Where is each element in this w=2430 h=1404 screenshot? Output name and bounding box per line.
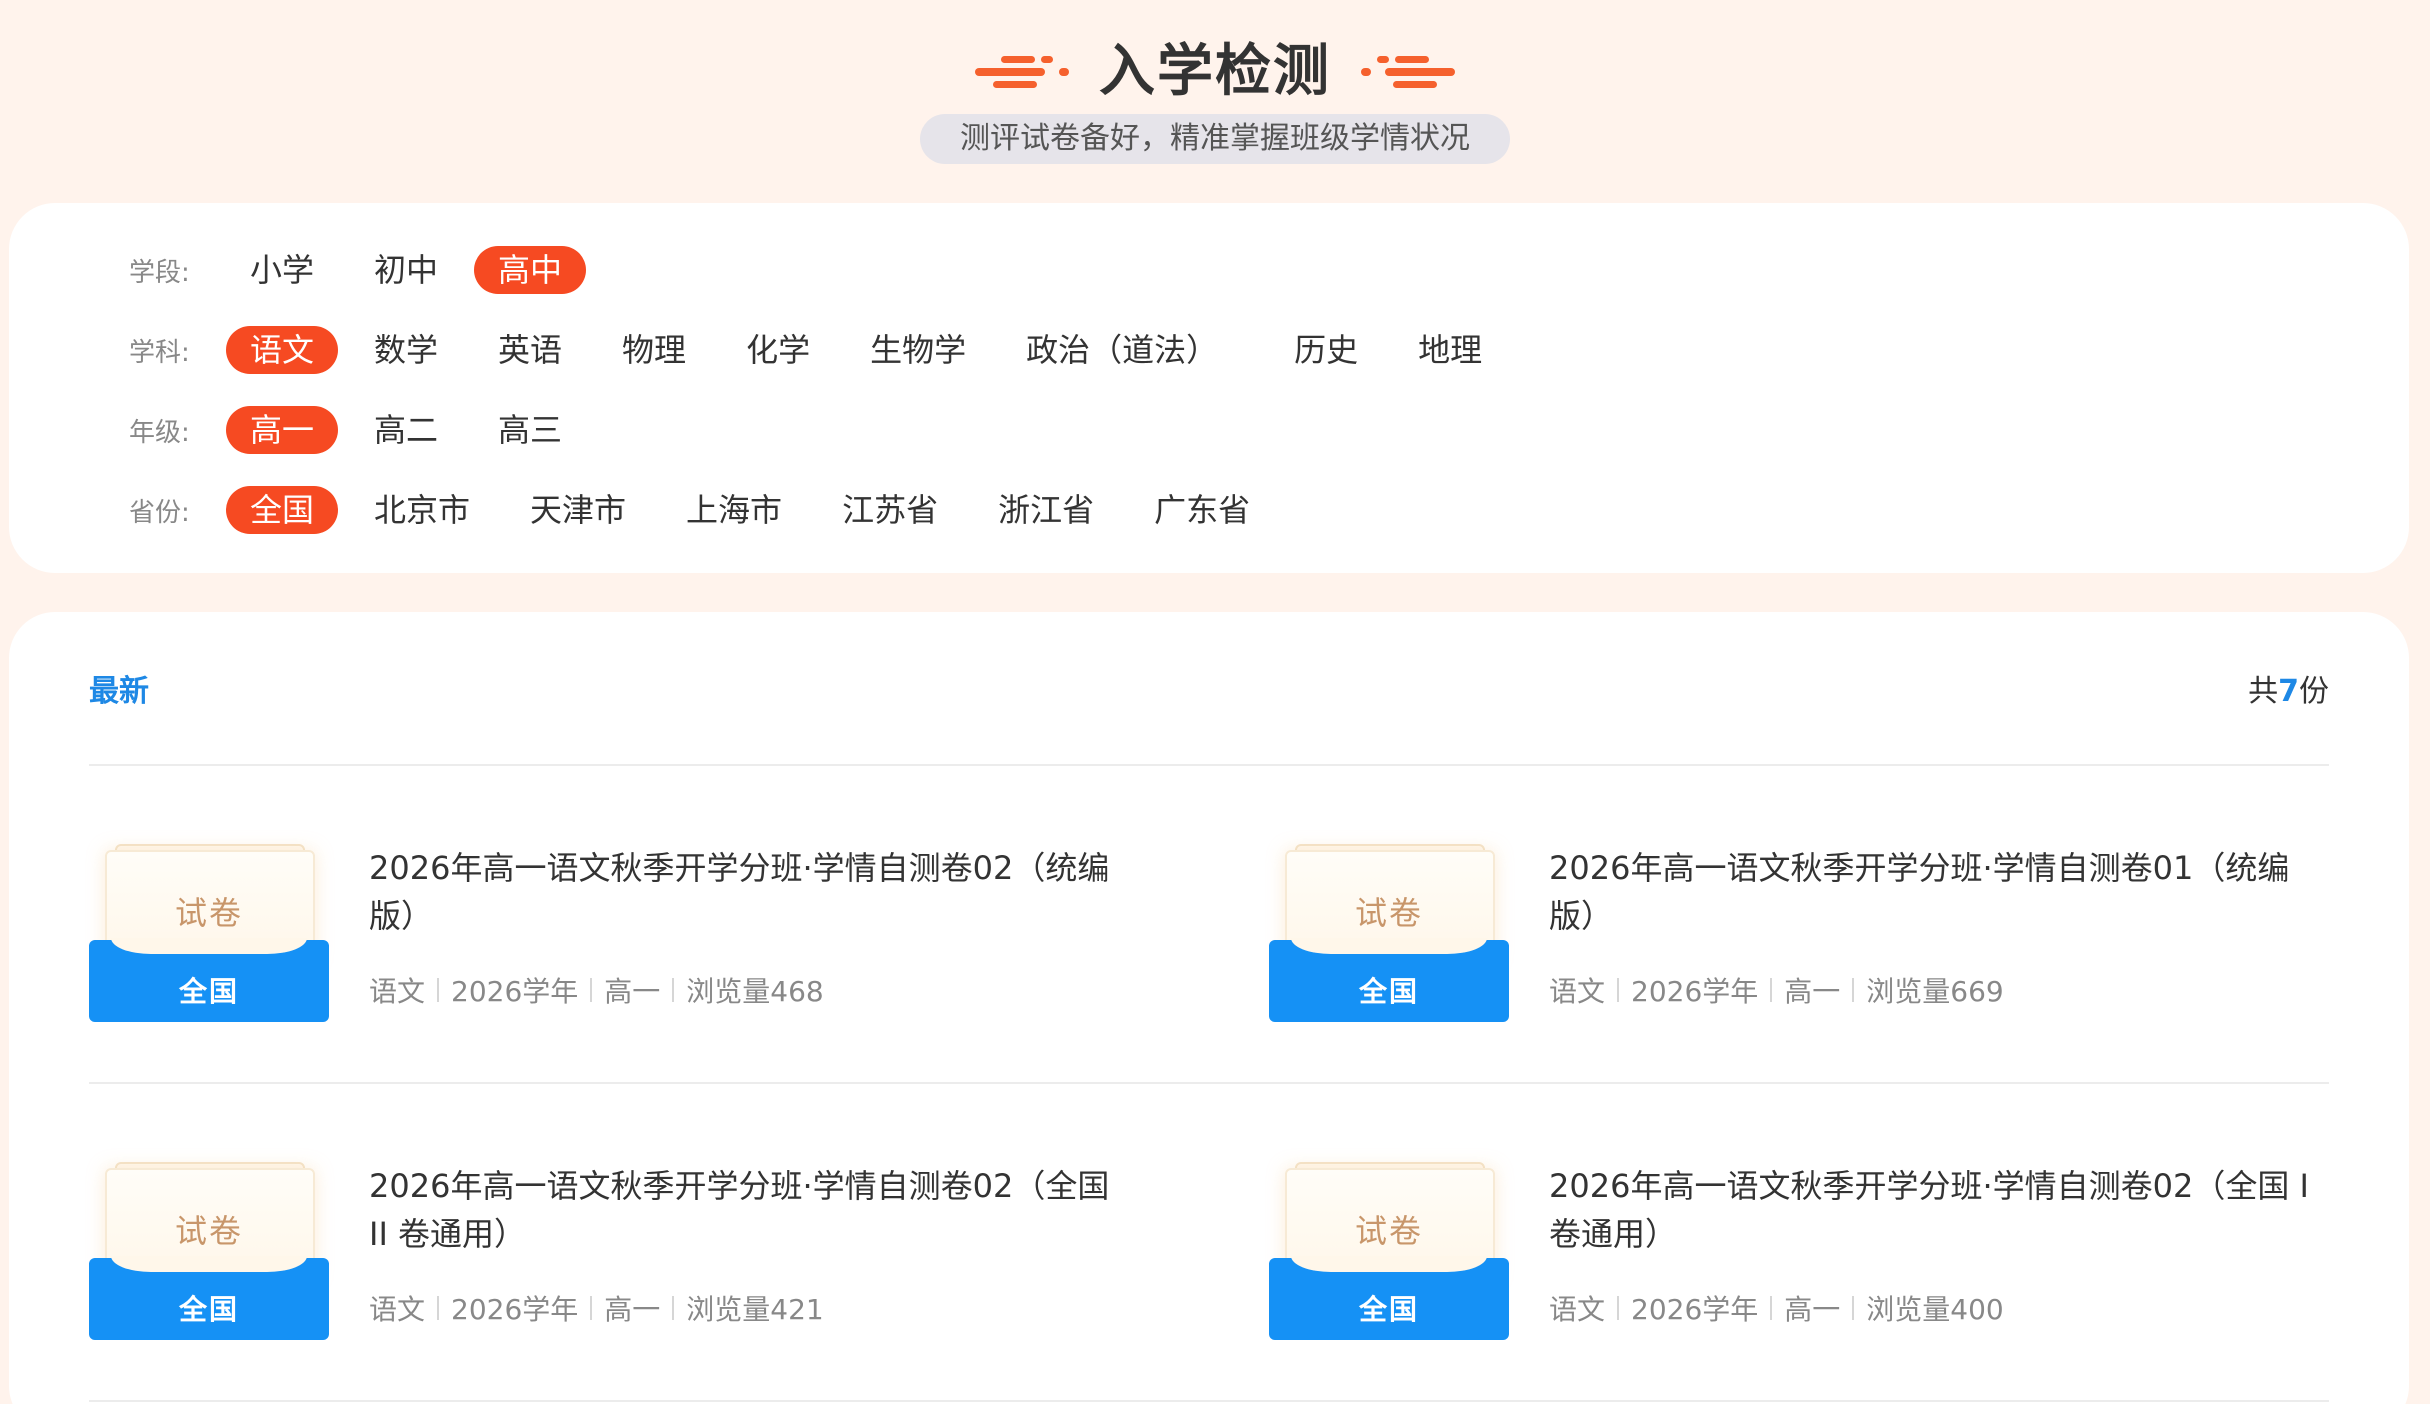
envelope-icon: 全国 <box>1269 938 1509 1022</box>
paper-label: 试卷 <box>174 1212 243 1250</box>
filter-grade-1[interactable]: 高一 <box>226 406 339 454</box>
filter-province-tianjin[interactable]: 天津市 <box>506 486 650 534</box>
filter-province-shanghai[interactable]: 上海市 <box>662 486 806 534</box>
title-row: 入学检测 <box>0 36 2430 108</box>
paper-title[interactable]: 2026年高一语文秋季开学分班·学情自测卷02（全国 I 卷通用） <box>1549 1162 2309 1258</box>
paper-thumbnail[interactable]: 试卷 全国 <box>1269 844 1509 1024</box>
filter-subject-politics[interactable]: 政治（道法） <box>1002 326 1242 374</box>
filter-stage-senior[interactable]: 高中 <box>474 246 587 294</box>
divider <box>89 1400 2329 1402</box>
envelope-icon: 全国 <box>89 1256 329 1340</box>
region-badge: 全国 <box>1358 975 1419 1008</box>
view-count: 浏览量669 <box>1866 975 2004 1008</box>
filter-province-jiangsu[interactable]: 江苏省 <box>818 486 962 534</box>
filter-province-guangdong[interactable]: 广东省 <box>1130 486 1274 534</box>
filter-subject-biology[interactable]: 生物学 <box>846 326 990 374</box>
total-count: 共7份 <box>2248 674 2329 709</box>
filter-label-grade: 年级: <box>129 417 190 448</box>
divider <box>89 1082 2329 1084</box>
paper-meta: 语文 2026学年 高一 浏览量669 <box>1549 970 2004 1010</box>
page-header: 入学检测 测评试卷备好，精准掌握班级学情状况 <box>0 0 2430 200</box>
filter-subject-physics[interactable]: 物理 <box>598 326 710 374</box>
paper-meta: 语文 2026学年 高一 浏览量400 <box>1549 1288 2004 1328</box>
cloud-decoration-right-icon <box>1361 56 1455 88</box>
paper-list: 最新 共7份 试卷 全国 2026年高一语文秋季开学分班·学情自测卷02（统编版… <box>9 612 2409 1404</box>
filter-label-province: 省份: <box>129 497 190 528</box>
filter-stage-junior[interactable]: 初中 <box>350 246 462 294</box>
filter-label-stage: 学段: <box>129 257 190 288</box>
filter-grade-3[interactable]: 高三 <box>474 406 586 454</box>
paper-thumbnail[interactable]: 试卷 全国 <box>89 1162 329 1342</box>
filter-subject-history[interactable]: 历史 <box>1270 326 1382 374</box>
list-item[interactable]: 试卷 全国 2026年高一语文秋季开学分班·学情自测卷02（全国 II 卷通用）… <box>89 1162 1149 1342</box>
divider <box>89 764 2329 766</box>
view-count: 浏览量468 <box>686 975 824 1008</box>
region-badge: 全国 <box>178 1293 239 1326</box>
list-item[interactable]: 试卷 全国 2026年高一语文秋季开学分班·学情自测卷02（统编版） 语文 20… <box>89 844 1149 1024</box>
region-badge: 全国 <box>178 975 239 1008</box>
filter-province-zhejiang[interactable]: 浙江省 <box>974 486 1118 534</box>
paper-thumbnail[interactable]: 试卷 全国 <box>1269 1162 1509 1342</box>
view-count: 浏览量421 <box>686 1293 824 1326</box>
filter-subject-math[interactable]: 数学 <box>350 326 462 374</box>
envelope-icon: 全国 <box>89 938 329 1022</box>
filter-row-subject: 学科: 语文 数学 英语 物理 化学 生物学 政治（道法） 历史 地理 <box>129 325 1518 375</box>
filter-province-national[interactable]: 全国 <box>226 486 339 534</box>
tab-latest[interactable]: 最新 <box>89 666 149 710</box>
paper-title[interactable]: 2026年高一语文秋季开学分班·学情自测卷01（统编版） <box>1549 844 2309 940</box>
paper-title[interactable]: 2026年高一语文秋季开学分班·学情自测卷02（统编版） <box>369 844 1129 940</box>
filter-label-subject: 学科: <box>129 337 190 368</box>
region-badge: 全国 <box>1358 1293 1419 1326</box>
list-item[interactable]: 试卷 全国 2026年高一语文秋季开学分班·学情自测卷02（全国 I 卷通用） … <box>1269 1162 2329 1342</box>
filter-subject-geography[interactable]: 地理 <box>1394 326 1506 374</box>
list-item[interactable]: 试卷 全国 2026年高一语文秋季开学分班·学情自测卷01（统编版） 语文 20… <box>1269 844 2329 1024</box>
filter-row-grade: 年级: 高一 高二 高三 <box>129 405 598 455</box>
paper-meta: 语文 2026学年 高一 浏览量421 <box>369 1288 824 1328</box>
paper-label: 试卷 <box>1354 1212 1423 1250</box>
paper-label: 试卷 <box>1354 894 1423 932</box>
view-count: 浏览量400 <box>1866 1293 2004 1326</box>
filter-subject-chinese[interactable]: 语文 <box>226 326 339 374</box>
filter-stage-primary[interactable]: 小学 <box>226 246 338 294</box>
filter-province-beijing[interactable]: 北京市 <box>350 486 494 534</box>
page-subtitle: 测评试卷备好，精准掌握班级学情状况 <box>920 114 1510 164</box>
paper-thumbnail[interactable]: 试卷 全国 <box>89 844 329 1024</box>
paper-title[interactable]: 2026年高一语文秋季开学分班·学情自测卷02（全国 II 卷通用） <box>369 1162 1129 1258</box>
filter-row-stage: 学段: 小学 初中 高中 <box>129 245 598 295</box>
filter-grade-2[interactable]: 高二 <box>350 406 462 454</box>
filter-subject-chemistry[interactable]: 化学 <box>722 326 834 374</box>
filter-row-province: 省份: 全国 北京市 天津市 上海市 江苏省 浙江省 广东省 <box>129 485 1286 535</box>
filter-panel: 学段: 小学 初中 高中 学科: 语文 数学 英语 物理 化学 生物学 政治（道… <box>9 203 2409 573</box>
cloud-decoration-left-icon <box>975 56 1069 88</box>
envelope-icon: 全国 <box>1269 1256 1509 1340</box>
filter-subject-english[interactable]: 英语 <box>474 326 586 374</box>
paper-label: 试卷 <box>174 894 243 932</box>
paper-meta: 语文 2026学年 高一 浏览量468 <box>369 970 824 1010</box>
page-title: 入学检测 <box>1099 39 1331 104</box>
